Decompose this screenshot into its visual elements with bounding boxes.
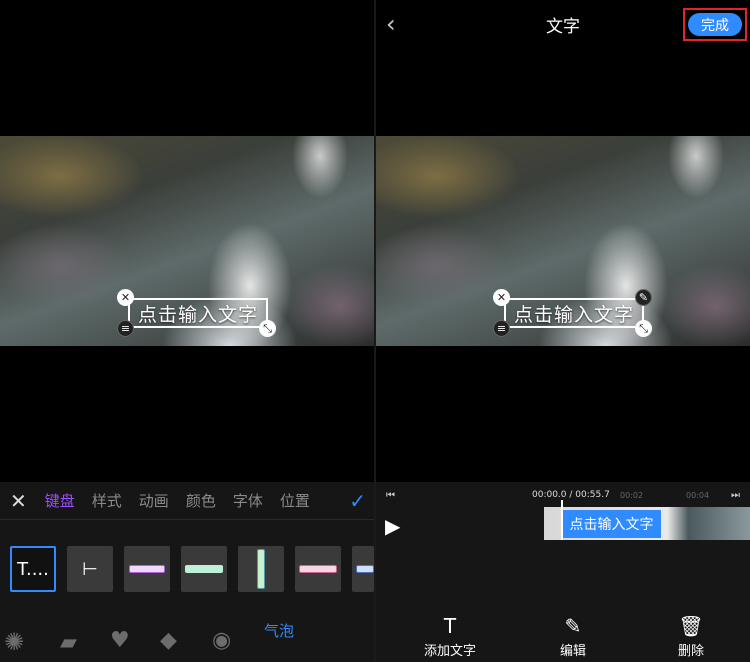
tab-bubble[interactable]: 气泡 [264,620,294,641]
tab-font[interactable]: 字体 [233,490,263,511]
skip-start-icon[interactable]: ⏮ [386,490,395,501]
add-text-label: 添加文字 [423,644,476,659]
add-text-button[interactable]: T 添加文字 [410,614,490,659]
menu-icon[interactable]: ≡ [493,320,510,337]
bubble-category-row: ✺ ▰ ♥ ◆ ◉ 气泡 [0,620,374,662]
tab-position[interactable]: 位置 [280,490,310,511]
edit-button[interactable]: ✎ 编辑 [533,614,613,659]
template-bubble-2[interactable] [181,546,227,592]
current-time: 00:00.0 [532,490,567,500]
delete-button[interactable]: 🗑 删除 [651,614,731,659]
resize-icon[interactable]: ⤡ [635,320,652,337]
edit-icon[interactable]: ✎ [635,289,652,306]
bubble-preview-shape [356,565,374,573]
timecode: 00:00.0 / 00:55.7 [532,490,610,500]
resize-icon[interactable]: ⤡ [259,320,276,337]
done-button-highlight: 完成 [683,8,747,41]
template-line-icon: ⊢ [82,558,98,580]
bubble-preview-shape [257,549,265,589]
edit-label: 编辑 [559,644,586,659]
close-icon[interactable]: ✕ [10,489,27,513]
heart-icon[interactable]: ♥ [110,628,130,653]
bubble-preview-shape [185,565,223,573]
tab-style[interactable]: 样式 [92,490,122,511]
tab-keyboard[interactable]: 键盘 [45,490,75,511]
template-bubble-5[interactable] [352,546,374,592]
total-time: 00:55.7 [575,490,610,500]
trash-icon: 🗑 [678,614,704,638]
template-bubble-3[interactable] [238,546,284,592]
text-overlay-box[interactable]: 点击输入文字 [504,298,644,328]
template-bubble-1[interactable] [124,546,170,592]
tab-animation[interactable]: 动画 [139,490,169,511]
text-overlay-label: 点击输入文字 [137,303,258,326]
menu-icon[interactable]: ≡ [117,320,134,337]
skip-end-icon[interactable]: ⏭ [731,490,740,501]
text-overlay-label: 点击输入文字 [513,303,634,326]
splash-bubble-icon[interactable]: ✺ [4,628,24,656]
play-icon[interactable]: ▶ [385,514,400,538]
style-templates: T.... ⊢ [0,546,374,596]
edit-icon: ✎ [564,614,582,638]
tool-tabs: ✕ 键盘 样式 动画 颜色 字体 位置 ✓ [0,482,374,520]
timeline-tick: 00:04 [686,491,710,500]
text-overlay-box[interactable]: 点击输入文字 [128,298,268,328]
text-icon: T [443,614,457,638]
close-icon[interactable]: ✕ [493,289,510,306]
text-clip[interactable]: 点击输入文字 [562,510,661,538]
done-button[interactable]: 完成 [688,13,742,36]
check-icon[interactable]: ✓ [349,489,366,513]
template-default-label: T.... [17,558,49,580]
template-line[interactable]: ⊢ [67,546,113,592]
close-icon[interactable]: ✕ [117,289,134,306]
left-editor-panel: 点击输入文字 ✕ ≡ ⤡ ✕ 键盘 样式 动画 颜色 字体 位置 ✓ T....… [0,0,374,662]
template-bubble-4[interactable] [295,546,341,592]
bubble-preview-shape [299,565,337,573]
delete-label: 删除 [677,644,704,659]
tab-color[interactable]: 颜色 [186,490,216,511]
playhead[interactable] [561,500,563,540]
bubble-preview-shape [129,565,165,573]
pig-icon[interactable]: ◉ [212,628,231,653]
template-default[interactable]: T.... [10,546,56,592]
right-editor-panel: ‹ 文字 完成 点击输入文字 ✕ ✎ ≡ ⤡ ⏮ 00:00.0 / 00:55… [376,0,750,662]
speech-bubble-icon[interactable]: ▰ [60,630,77,655]
map-pin-icon[interactable]: ◆ [160,628,177,653]
timeline-tick: 00:02 [620,491,644,500]
action-bar: T 添加文字 ✎ 编辑 🗑 删除 [376,614,750,662]
